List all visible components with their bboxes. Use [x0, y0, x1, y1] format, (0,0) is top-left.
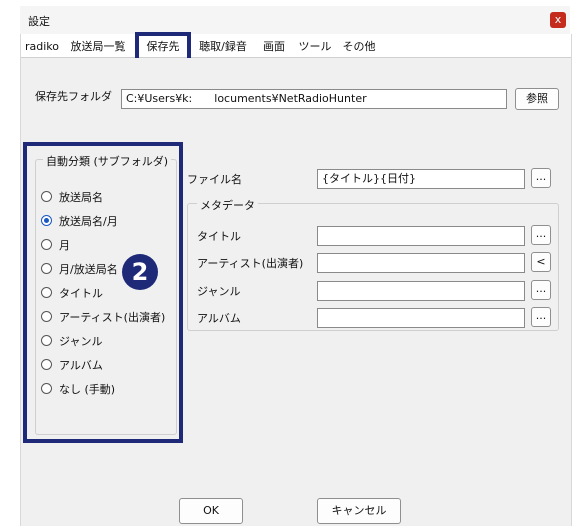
file-name-options-button[interactable]: ...	[531, 168, 551, 188]
metadata-genre-button[interactable]: ...	[531, 280, 551, 300]
dialog-footer: OK キャンセル	[21, 498, 571, 526]
metadata-title-input[interactable]	[317, 226, 525, 246]
tab-tools[interactable]: ツール	[295, 37, 335, 57]
metadata-album-button[interactable]: ...	[531, 307, 551, 327]
metadata-title-label: タイトル	[197, 230, 241, 243]
tab-strip: radiko 放送局一覧 保存先 聴取/録音 画面 ツール その他	[21, 34, 571, 58]
tab-screen[interactable]: 画面	[257, 37, 291, 57]
tab-other[interactable]: その他	[339, 37, 379, 57]
browse-button[interactable]: 参照	[515, 88, 559, 110]
tab-station-list[interactable]: 放送局一覧	[65, 37, 131, 57]
close-button[interactable]: x	[550, 12, 566, 28]
metadata-title-button[interactable]: ...	[531, 225, 551, 245]
title-bar: 設定 x	[20, 6, 570, 34]
save-folder-path-input[interactable]: C:¥Users¥k: locuments¥NetRadioHunter	[121, 89, 507, 109]
metadata-album-label: アルバム	[197, 312, 241, 325]
save-settings-panel: 保存先フォルダ C:¥Users¥k: locuments¥NetRadioHun…	[21, 58, 571, 498]
metadata-artist-input[interactable]	[317, 253, 525, 273]
save-folder-path-start: C:¥Users¥k:	[126, 92, 193, 105]
file-name-input[interactable]: {タイトル}{日付}	[317, 169, 525, 189]
window-title: 設定	[28, 15, 50, 28]
metadata-genre-input[interactable]	[317, 281, 525, 301]
ok-button[interactable]: OK	[179, 498, 243, 524]
save-folder-path-end: locuments¥NetRadioHunter	[214, 92, 367, 105]
auto-classify-highlight-frame	[23, 142, 183, 443]
metadata-album-input[interactable]	[317, 308, 525, 328]
file-name-label: ファイル名	[187, 173, 242, 186]
save-folder-label: 保存先フォルダ	[35, 90, 112, 103]
metadata-legend: メタデータ	[197, 197, 258, 213]
metadata-artist-label: アーティスト(出演者)	[197, 257, 304, 270]
settings-dialog: radiko 放送局一覧 保存先 聴取/録音 画面 ツール その他 保存先フォル…	[20, 32, 572, 526]
step-badge: 2	[122, 254, 158, 290]
tab-radiko[interactable]: radiko	[23, 37, 61, 57]
cancel-button[interactable]: キャンセル	[317, 498, 401, 524]
metadata-artist-button[interactable]: <	[531, 252, 551, 272]
tab-listen-record[interactable]: 聴取/録音	[193, 37, 253, 57]
metadata-genre-label: ジャンル	[197, 285, 241, 298]
